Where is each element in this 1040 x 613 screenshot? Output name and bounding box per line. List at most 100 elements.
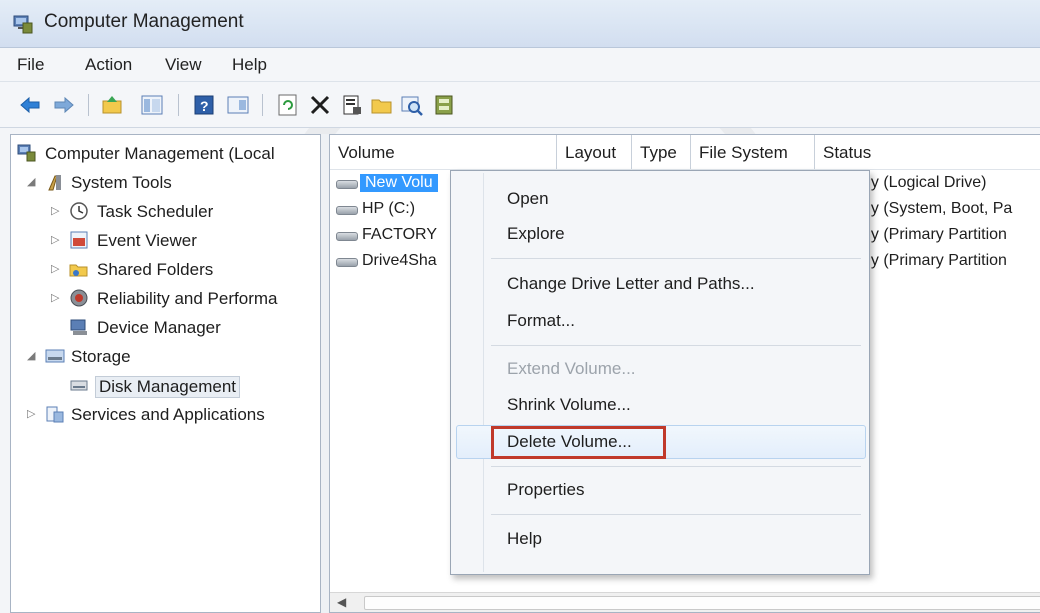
column-label: Layout [565, 143, 617, 162]
volume-icon [336, 258, 358, 267]
tree-label: System Tools [71, 173, 172, 192]
delete-icon[interactable] [308, 93, 332, 117]
tree-label: Computer Management (Local [45, 144, 275, 163]
scroll-left-icon[interactable]: ◀ [337, 595, 346, 609]
tree-label: Reliability and Performa [97, 289, 278, 308]
tree-item-event-viewer[interactable]: ▷ Event Viewer [15, 228, 320, 254]
title-bar: Computer Management [0, 0, 1040, 48]
tree-item-storage[interactable]: ◢ Storage [15, 344, 320, 370]
tree-item-reliability[interactable]: ▷ Reliability and Performa [15, 286, 320, 312]
column-label: Type [640, 143, 677, 162]
tree-item-services-applications[interactable]: ▷ Services and Applications [15, 402, 320, 428]
tree-label: Services and Applications [71, 405, 265, 424]
storage-icon [45, 349, 65, 363]
clock-icon [70, 202, 88, 220]
volume-name: FACTORY [362, 226, 437, 243]
tree-item-computer-management[interactable]: Computer Management (Local [15, 141, 320, 167]
column-header-layout[interactable]: Layout [557, 135, 632, 169]
tree-label: Event Viewer [97, 231, 197, 250]
tree-label: Disk Management [95, 376, 241, 398]
open-folder-icon[interactable] [370, 93, 394, 117]
volume-name: New Volu [360, 174, 438, 192]
pane-splitter[interactable] [321, 134, 329, 613]
menu-separator [491, 258, 861, 259]
menu-bar: File Action View Help [0, 48, 1040, 82]
console-tree[interactable]: Computer Management (Local ◢ System Tool… [10, 134, 321, 613]
volume-name: HP (C:) [362, 200, 416, 217]
column-label: File System [699, 143, 788, 162]
tree-item-shared-folders[interactable]: ▷ Shared Folders [15, 257, 320, 283]
expanded-arrow-icon[interactable]: ◢ [27, 349, 37, 362]
help-icon[interactable]: ? [192, 93, 216, 117]
event-viewer-icon [70, 231, 88, 249]
menu-item-open[interactable]: Open [507, 189, 549, 209]
volume-status: hy (Logical Drive) [862, 174, 987, 191]
menu-separator [491, 345, 861, 346]
volume-name: Drive4Sha [362, 252, 437, 269]
collapsed-arrow-icon[interactable]: ▷ [51, 204, 61, 217]
reliability-icon [70, 289, 88, 307]
refresh-icon[interactable] [276, 93, 300, 117]
forward-icon[interactable] [52, 93, 76, 117]
up-folder-icon[interactable] [100, 93, 124, 117]
scrollbar-thumb[interactable] [364, 596, 1040, 610]
column-label: Status [823, 143, 872, 162]
tree-label: Shared Folders [97, 260, 214, 279]
collapsed-arrow-icon[interactable]: ▷ [51, 291, 61, 304]
system-tools-icon [48, 175, 61, 191]
tree-item-device-manager[interactable]: Device Manager [15, 315, 320, 341]
menu-item-format[interactable]: Format... [507, 311, 575, 331]
collapsed-arrow-icon[interactable]: ▷ [51, 262, 61, 275]
tree-item-disk-management[interactable]: Disk Management [15, 373, 320, 399]
menu-view[interactable]: View [165, 55, 202, 75]
menu-item-explore[interactable]: Explore [507, 224, 565, 244]
show-hide-tree-icon[interactable] [140, 93, 164, 117]
volume-icon [336, 180, 358, 189]
services-icon [46, 406, 64, 423]
back-icon[interactable] [18, 93, 42, 117]
menu-item-extend-volume: Extend Volume... [507, 359, 636, 378]
tree-label: Device Manager [97, 318, 221, 337]
horizontal-scrollbar[interactable]: ◀ [330, 592, 1040, 612]
menu-help[interactable]: Help [232, 55, 267, 75]
svg-text:?: ? [200, 98, 209, 114]
volume-icon [336, 206, 358, 215]
disk-properties-icon[interactable] [432, 93, 456, 117]
menu-separator [491, 514, 861, 515]
tree-item-task-scheduler[interactable]: ▷ Task Scheduler [15, 199, 320, 225]
menu-item-change-drive-letter[interactable]: Change Drive Letter and Paths... [507, 274, 755, 294]
column-label: Volume [338, 143, 395, 162]
volume-status: hy (Primary Partition [862, 226, 1007, 243]
tree-label: Task Scheduler [97, 202, 214, 221]
collapsed-arrow-icon[interactable]: ▷ [27, 407, 37, 420]
properties-pane-icon[interactable] [226, 93, 250, 117]
window-title: Computer Management [44, 11, 244, 32]
toolbar-separator [88, 94, 89, 116]
menu-action[interactable]: Action [85, 55, 132, 75]
computer-management-icon [13, 15, 33, 34]
column-header-file-system[interactable]: File System [691, 135, 815, 169]
volume-icon [336, 232, 358, 241]
shared-folder-icon [69, 264, 88, 277]
menu-item-shrink-volume[interactable]: Shrink Volume... [507, 395, 631, 415]
column-header-type[interactable]: Type [632, 135, 691, 169]
tree-item-system-tools[interactable]: ◢ System Tools [15, 170, 320, 196]
expanded-arrow-icon[interactable]: ◢ [27, 175, 37, 188]
menu-file[interactable]: File [17, 55, 44, 75]
search-icon[interactable] [400, 93, 424, 117]
device-manager-icon [70, 319, 87, 335]
column-header-status[interactable]: Status [815, 135, 1040, 169]
toolbar: ? [0, 82, 1040, 128]
collapsed-arrow-icon[interactable]: ▷ [51, 233, 61, 246]
menu-separator [491, 466, 861, 467]
column-header-volume[interactable]: Volume [330, 135, 557, 169]
menu-item-properties[interactable]: Properties [507, 480, 584, 500]
properties-icon[interactable] [340, 93, 364, 117]
menu-item-delete-volume[interactable]: Delete Volume... [507, 432, 632, 452]
toolbar-separator [262, 94, 263, 116]
menu-icon-gutter [483, 173, 484, 572]
computer-management-icon [17, 144, 36, 162]
tree-label: Storage [71, 347, 131, 366]
menu-item-help[interactable]: Help [507, 529, 542, 549]
disk-management-icon [70, 380, 88, 391]
